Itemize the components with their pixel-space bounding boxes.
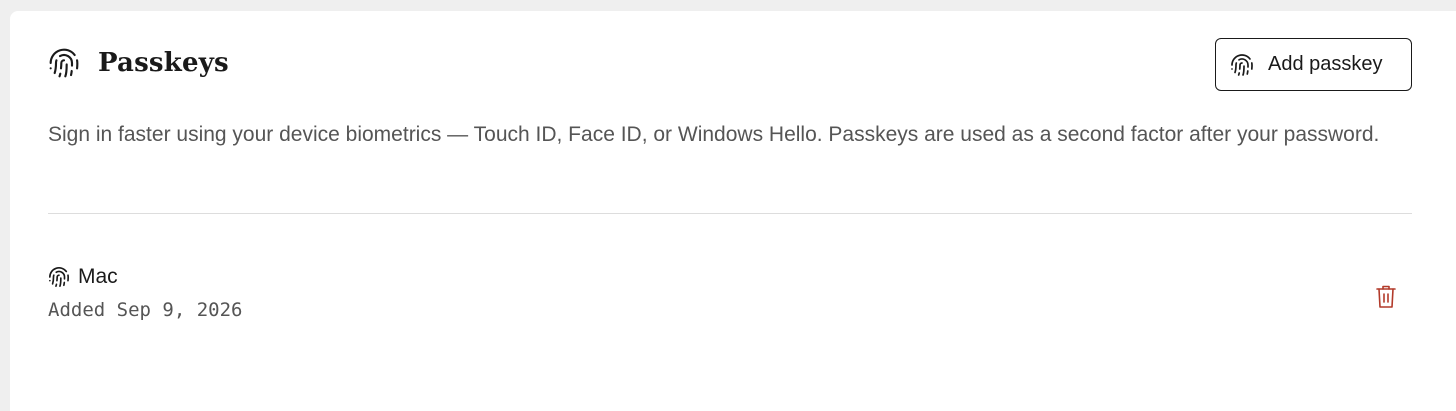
trash-icon	[1374, 284, 1398, 310]
fingerprint-icon	[48, 47, 80, 79]
list-item: Mac Added Sep 9, 2026	[48, 265, 1412, 335]
section-description: Sign in faster using your device biometr…	[48, 123, 1380, 146]
fingerprint-icon	[48, 266, 70, 288]
passkey-added-date: Added Sep 9, 2026	[48, 299, 243, 321]
section-header: Passkeys	[48, 47, 229, 79]
passkey-name: Mac	[78, 265, 118, 288]
passkeys-card: Passkeys Add passkey Sign in faster usin…	[10, 11, 1456, 411]
add-passkey-label: Add passkey	[1268, 53, 1383, 75]
page-title: Passkeys	[98, 48, 229, 78]
delete-passkey-button[interactable]	[1374, 284, 1398, 310]
add-passkey-button[interactable]: Add passkey	[1215, 38, 1412, 91]
passkey-title-row: Mac	[48, 265, 1412, 289]
fingerprint-icon	[1230, 53, 1254, 77]
divider	[48, 213, 1412, 214]
